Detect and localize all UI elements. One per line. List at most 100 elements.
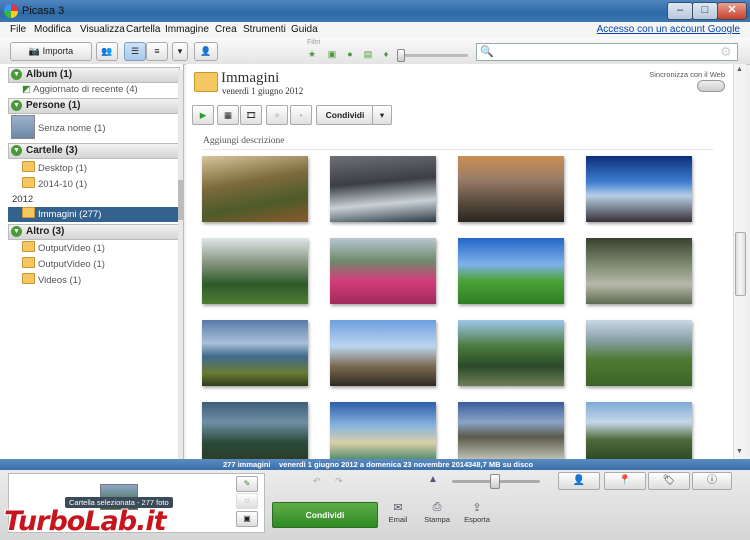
tags-panel-button[interactable]: 🏷 [648,472,690,490]
upload-filter-icon[interactable]: ▤ [363,49,373,59]
photo-thumbnail[interactable] [330,156,436,222]
divider [202,149,714,150]
rotate-right-icon[interactable]: ↷ [335,476,343,487]
other-section-header[interactable]: ▼ Altro (3) [8,224,180,240]
video-filter-icon[interactable]: ▣ [327,49,337,59]
thumbnail-size-slider-handle[interactable] [490,474,500,489]
menu-visualizza[interactable]: Visualizza [80,24,125,35]
add-people-button[interactable]: 👥 [96,42,118,61]
photo-thumbnail[interactable] [202,238,308,304]
minimize-button[interactable]: – [667,2,693,20]
list-view-button[interactable]: ☰ [124,42,146,61]
pin-button[interactable]: ✎ [236,476,258,492]
photo-thumbnail[interactable] [330,402,436,460]
sidebar-item-outputvideo-2[interactable]: OutputVideo (1) [22,257,105,270]
info-panel-button[interactable]: ⓘ [692,472,732,490]
folders-section-header[interactable]: ▼ Cartelle (3) [8,143,180,159]
photo-thumbnail[interactable] [330,238,436,304]
sidebar-item-recent[interactable]: ◩ Aggiornato di recente (4) [22,84,138,95]
save-button[interactable]: ▪ [290,105,312,125]
face-filter-icon[interactable]: ● [345,49,355,59]
tree-view-button[interactable]: ≡ [146,42,168,61]
album-add-button[interactable]: ▣ [236,511,258,527]
sidebar-item-2014-10[interactable]: 2014-10 (1) [22,177,87,190]
slideshow-button[interactable]: ▶ [192,105,214,125]
photo-thumbnail[interactable] [458,402,564,460]
share-button[interactable]: Condividi [272,502,378,528]
print-label: Stampa [424,515,450,524]
collapse-icon: ▼ [11,69,22,80]
sidebar-item-unnamed[interactable]: Senza nome (1) [38,123,106,134]
folder-icon [22,241,35,252]
play-icon: ▶ [199,110,207,120]
tag-icon: 🏷 [662,475,676,486]
main-scrollbar[interactable]: ▲ ▼ [733,64,746,460]
folder-view: Immagini venerdì 1 giugno 2012 Sincroniz… [186,64,733,460]
sidebar-item-immagini[interactable]: Immagini (277) [8,207,178,222]
export-button[interactable]: ⇪ Esporta [457,501,497,524]
albums-section-header[interactable]: ▼ Album (1) [8,67,180,83]
movie-button[interactable]: 🎞 [240,105,262,125]
sync-web-toggle[interactable] [697,80,725,92]
main-scrollbar-thumb[interactable] [735,232,746,296]
star-button[interactable]: ★ [266,105,288,125]
close-button[interactable]: ✕ [717,2,747,20]
status-size: 348,7 MB su disco [468,460,534,469]
photo-thumbnail[interactable] [586,156,692,222]
scroll-down-icon[interactable]: ▼ [736,448,743,455]
title-bar: Picasa 3 – □ ✕ [0,0,750,22]
date-filter-slider-handle[interactable] [397,49,405,62]
import-button[interactable]: 📷 Importa [10,42,92,61]
view-dropdown-button[interactable]: ▾ [172,42,188,61]
date-filter-slider[interactable] [398,54,468,57]
sidebar-item-videos[interactable]: Videos (1) [22,273,81,286]
maximize-button[interactable]: □ [692,2,718,20]
menu-file[interactable]: File [10,24,26,35]
menu-strumenti[interactable]: Strumenti [243,24,286,35]
photo-thumbnail[interactable] [586,402,692,460]
share-folder-button[interactable]: Condividi [316,105,374,125]
menu-guida[interactable]: Guida [291,24,318,35]
menu-cartella[interactable]: Cartella [126,24,160,35]
clear-button[interactable]: ○ [236,493,258,509]
menu-crea[interactable]: Crea [215,24,237,35]
share-dropdown-button[interactable]: ▾ [372,105,392,125]
turbolab-watermark: TurboLab.it [4,506,167,537]
sidebar-scrollbar-thumb[interactable] [178,180,183,220]
people-section-header[interactable]: ▼ Persone (1) [8,98,180,114]
photo-thumbnail[interactable] [458,320,564,386]
photo-thumbnail[interactable] [202,320,308,386]
geotag-filter-icon[interactable]: ♦ [381,49,391,59]
clear-icon: ○ [244,496,250,505]
gear-icon[interactable]: ⚙ [720,44,732,60]
star-filter-icon[interactable]: ★ [307,49,317,59]
sidebar-scrollbar[interactable] [178,70,183,460]
email-button[interactable]: ✉ Email [378,501,418,524]
person-avatar[interactable] [11,115,35,139]
search-input[interactable]: 🔍 [476,43,738,61]
photo-thumbnail[interactable] [330,320,436,386]
photo-thumbnail[interactable] [202,402,308,460]
photo-thumbnail[interactable] [202,156,308,222]
collage-button[interactable]: ▦ [217,105,239,125]
google-account-link[interactable]: Accesso con un account Google [597,24,740,35]
menu-modifica[interactable]: Modifica [34,24,71,35]
photo-thumbnail[interactable] [458,238,564,304]
sidebar-item-outputvideo-1[interactable]: OutputVideo (1) [22,241,105,254]
status-date-range: venerdì 1 giugno 2012 a domenica 23 nove… [279,460,469,469]
people-panel-button[interactable]: 👤 [558,472,600,490]
people-header-label: Persone (1) [26,100,81,111]
add-description-field[interactable]: Aggiungi descrizione [203,136,285,146]
places-panel-button[interactable]: 📍 [604,472,646,490]
photo-thumbnail[interactable] [586,238,692,304]
folder-icon [22,207,35,218]
photo-thumbnail[interactable] [586,320,692,386]
sidebar-item-desktop[interactable]: Desktop (1) [22,161,87,174]
people-manager-button[interactable]: 👤 [194,42,218,61]
status-bar: 277 immagini venerdì 1 giugno 2012 a dom… [0,459,750,470]
scroll-up-icon[interactable]: ▲ [736,66,743,73]
print-button[interactable]: ⎙ Stampa [417,501,457,524]
photo-thumbnail[interactable] [458,156,564,222]
menu-immagine[interactable]: Immagine [165,24,209,35]
rotate-left-icon[interactable]: ↶ [313,476,321,487]
